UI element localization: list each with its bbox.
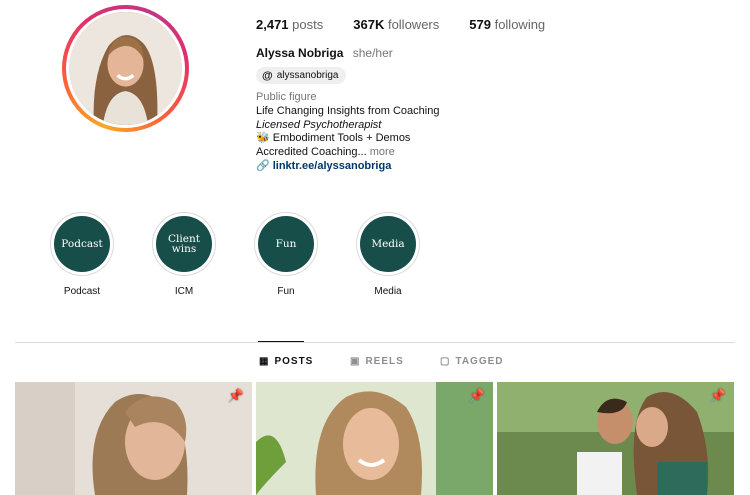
post-thumbnail[interactable]: 📌: [15, 382, 252, 495]
tagged-icon: ▢: [440, 356, 451, 367]
profile-stats: 2,471 posts 367K followers 579 following: [256, 17, 545, 32]
highlight-podcast[interactable]: Podcast Podcast: [50, 212, 114, 297]
tab-tagged[interactable]: ▢ TAGGED: [440, 356, 504, 367]
profile-avatar[interactable]: [62, 5, 189, 132]
grid-icon: ▦: [259, 356, 270, 367]
posts-count: 2,471 posts: [256, 17, 324, 32]
profile-name-row: Alyssa Nobriga she/her: [256, 46, 393, 60]
post-thumbnail[interactable]: 📌: [497, 382, 734, 495]
pin-icon: 📌: [709, 388, 726, 403]
bio-line: 🐝 Embodiment Tools + Demos: [256, 132, 411, 145]
pin-icon: 📌: [227, 388, 244, 403]
highlight-fun[interactable]: Fun Fun: [254, 212, 318, 297]
bio-line: Accredited Coaching... more: [256, 146, 395, 159]
tab-posts[interactable]: ▦ POSTS: [259, 356, 313, 367]
post-thumbnail[interactable]: 📌: [256, 382, 493, 495]
post-image: [497, 382, 734, 495]
bio-line: Licensed Psychotherapist: [256, 118, 382, 131]
threads-badge[interactable]: @ alyssanobriga: [256, 67, 347, 84]
threads-icon: @: [262, 69, 273, 82]
threads-handle: alyssanobriga: [276, 70, 339, 81]
highlight-cover: Client wins: [156, 216, 212, 272]
highlight-icm[interactable]: Client wins ICM: [152, 212, 216, 297]
profile-pronouns: she/her: [352, 46, 393, 60]
highlight-media[interactable]: Media Media: [356, 212, 420, 297]
followers-link[interactable]: 367K followers: [353, 17, 439, 32]
highlight-label: Podcast: [63, 286, 101, 297]
bio-line: Life Changing Insights from Coaching: [256, 104, 440, 117]
highlight-cover: Fun: [258, 216, 314, 272]
highlight-label: ICM: [174, 286, 194, 297]
active-tab-indicator: [258, 341, 304, 342]
highlight-label: Fun: [277, 286, 295, 297]
bee-emoji: 🐝: [256, 132, 270, 145]
more-button[interactable]: more: [370, 146, 395, 158]
tab-reels[interactable]: ▣ REELS: [350, 356, 404, 367]
post-image: [256, 382, 493, 495]
link-icon: 🔗: [256, 159, 270, 172]
highlight-label: Media: [374, 286, 402, 297]
highlight-cover: Podcast: [54, 216, 110, 272]
pin-icon: 📌: [468, 388, 485, 403]
profile-name: Alyssa Nobriga: [256, 46, 344, 60]
bio-link[interactable]: 🔗 linktr.ee/alyssanobriga: [256, 160, 439, 174]
profile-bio: Public figure Life Changing Insights fro…: [256, 91, 439, 174]
following-link[interactable]: 579 following: [469, 17, 545, 32]
profile-category: Public figure: [256, 91, 317, 103]
highlight-cover: Media: [360, 216, 416, 272]
tabs-divider: [15, 342, 735, 343]
avatar-photo: [69, 12, 182, 125]
post-image: [15, 382, 252, 495]
reels-icon: ▣: [350, 356, 361, 367]
